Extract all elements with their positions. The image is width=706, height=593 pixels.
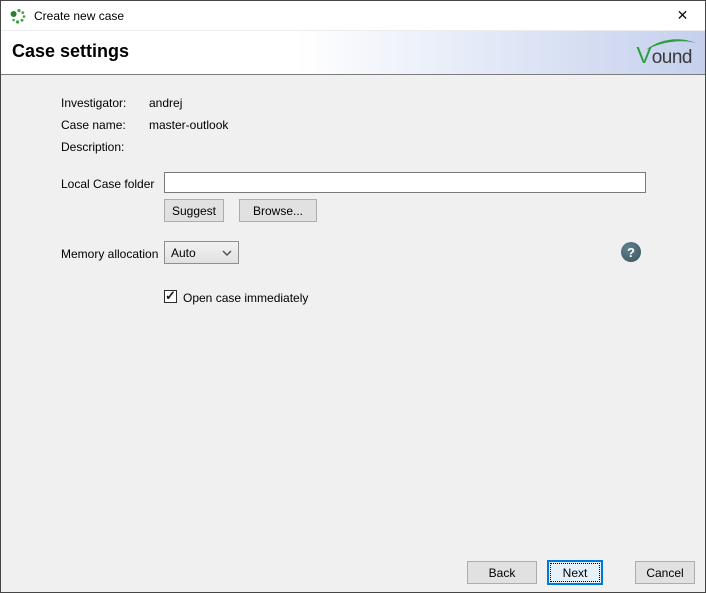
checkmark-icon: ✓ [165, 288, 176, 304]
close-icon: ✕ [677, 7, 689, 24]
description-label: Description: [61, 140, 124, 154]
create-new-case-dialog: Create new case ✕ Case settings Vound In… [0, 0, 706, 593]
chevron-down-icon [222, 250, 232, 256]
investigator-label: Investigator: [61, 96, 126, 110]
investigator-value: andrej [149, 96, 182, 110]
local-case-folder-input[interactable] [164, 172, 646, 193]
app-logo-icon [10, 8, 26, 24]
open-case-checkbox[interactable]: ✓ [164, 290, 177, 303]
logo-swoosh-icon [645, 37, 697, 51]
page-title: Case settings [12, 41, 129, 62]
browse-button[interactable]: Browse... [239, 199, 317, 222]
titlebar[interactable]: Create new case ✕ [1, 1, 705, 30]
help-glyph: ? [627, 245, 635, 260]
case-name-label: Case name: [61, 118, 126, 132]
local-case-folder-label: Local Case folder [61, 177, 154, 191]
memory-allocation-dropdown[interactable]: Auto [164, 241, 239, 264]
suggest-button[interactable]: Suggest [164, 199, 224, 222]
open-case-label: Open case immediately [183, 291, 308, 305]
close-button[interactable]: ✕ [660, 1, 705, 30]
back-button[interactable]: Back [467, 561, 537, 584]
window-title: Create new case [34, 9, 124, 23]
case-name-value: master-outlook [149, 118, 228, 132]
vound-logo: Vound [636, 42, 692, 68]
memory-allocation-label: Memory allocation [61, 247, 158, 261]
header-banner: Case settings Vound [1, 30, 705, 75]
cancel-button[interactable]: Cancel [635, 561, 695, 584]
help-icon[interactable]: ? [621, 242, 641, 262]
memory-allocation-value: Auto [171, 246, 196, 260]
next-button[interactable]: Next [547, 560, 603, 585]
